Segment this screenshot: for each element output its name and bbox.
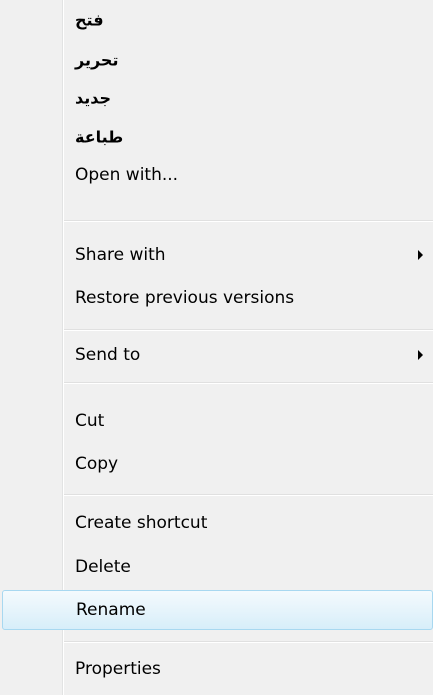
menu-item-label: Copy bbox=[75, 454, 119, 474]
menu-item-new-arabic[interactable]: جديد bbox=[64, 78, 433, 118]
chevron-right-icon bbox=[418, 350, 423, 360]
menu-item-label: طباعة bbox=[75, 127, 124, 147]
menu-item-delete[interactable]: Delete bbox=[64, 547, 433, 587]
menu-item-label: Restore previous versions bbox=[75, 288, 295, 308]
menu-separator bbox=[64, 641, 433, 643]
chevron-right-icon bbox=[418, 250, 423, 260]
menu-item-label: Cut bbox=[75, 411, 105, 431]
menu-item-restore-previous-versions[interactable]: Restore previous versions bbox=[64, 278, 433, 318]
menu-item-label: Delete bbox=[75, 557, 131, 577]
menu-item-label: Properties bbox=[75, 659, 161, 679]
menu-separator bbox=[64, 220, 433, 222]
menu-item-label: Create shortcut bbox=[75, 513, 208, 533]
menu-separator bbox=[64, 329, 433, 331]
menu-item-edit-arabic[interactable]: تحرير bbox=[64, 40, 433, 80]
menu-separator bbox=[64, 494, 433, 496]
menu-item-rename[interactable]: Rename bbox=[2, 590, 433, 630]
menu-item-share-with[interactable]: Share with bbox=[64, 235, 433, 275]
menu-item-open-arabic[interactable]: فتح bbox=[64, 0, 433, 40]
menu-item-label: Rename bbox=[76, 600, 146, 620]
menu-item-open-with[interactable]: Open with... bbox=[64, 155, 433, 195]
menu-item-label: Open with... bbox=[75, 165, 179, 185]
menu-item-create-shortcut[interactable]: Create shortcut bbox=[64, 503, 433, 543]
menu-item-label: تحرير bbox=[75, 50, 119, 70]
menu-item-properties[interactable]: Properties bbox=[64, 649, 433, 689]
menu-item-print-arabic[interactable]: طباعة bbox=[64, 117, 433, 157]
menu-item-label: جديد bbox=[75, 88, 112, 108]
menu-item-send-to[interactable]: Send to bbox=[64, 335, 433, 375]
context-menu: فتح تحرير جديد طباعة Open with... Share … bbox=[0, 0, 433, 695]
menu-item-label: Share with bbox=[75, 245, 166, 265]
menu-item-label: Send to bbox=[75, 345, 141, 365]
menu-separator bbox=[64, 382, 433, 384]
menu-item-label: فتح bbox=[75, 10, 104, 30]
menu-item-cut[interactable]: Cut bbox=[64, 401, 433, 441]
menu-item-copy[interactable]: Copy bbox=[64, 444, 433, 484]
